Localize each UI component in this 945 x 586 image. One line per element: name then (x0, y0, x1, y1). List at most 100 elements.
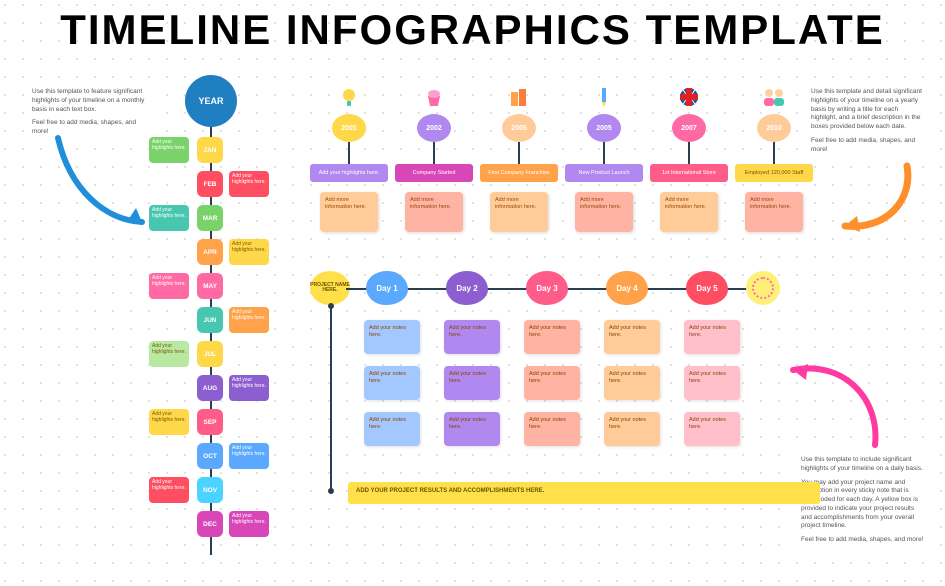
vtl-month-node[interactable]: MAR (197, 205, 223, 231)
htl-stick (603, 142, 605, 164)
vtl-month-note[interactable]: Add your highlights here. (229, 239, 269, 265)
project-daily-grid: PROJECT NAME HERE. Day 1 Day 2 Day 3 Day 4 D… (310, 268, 820, 508)
htl-sticky-note[interactable]: Add more information here. (745, 192, 803, 232)
pg-sticky-note[interactable]: Add your notes here. (524, 366, 580, 400)
lightbulb-icon (310, 82, 388, 108)
pg-sticky-note[interactable]: Add your notes here. (604, 412, 660, 446)
vertical-monthly-timeline: YEAR Add your highlights here.JANAdd you… (185, 75, 275, 555)
vtl-row: Add your highlights here.SEP (185, 409, 275, 435)
tip-line: Feel free to add media, shapes, and more… (811, 137, 925, 155)
pg-header: PROJECT NAME HERE. Day 1 Day 2 Day 3 Day 4 D… (310, 268, 820, 308)
people-icon (735, 82, 813, 108)
htl-highlight-bar[interactable]: First Company Franchise (480, 164, 558, 182)
htl-year-bubble[interactable]: 2007 (672, 114, 706, 142)
htl-column: 2005 First Company Franchise Add more info… (480, 82, 558, 232)
htl-column: 2002 Company Started Add more information … (395, 82, 473, 232)
htl-sticky-note[interactable]: Add more information here. (575, 192, 633, 232)
htl-year-bubble[interactable]: 2002 (417, 114, 451, 142)
pg-sticky-note[interactable]: Add your notes here. (524, 412, 580, 446)
tip-line: Feel free to add media, shapes, and more… (801, 536, 925, 545)
pg-project-name[interactable]: PROJECT NAME HERE. (310, 271, 350, 305)
pg-sticky-note[interactable]: Add your notes here. (444, 320, 500, 354)
tip-right-top: Use this template and detail significant… (803, 82, 933, 165)
vtl-month-node[interactable]: OCT (197, 443, 223, 469)
vtl-month-note[interactable]: Add your highlights here. (229, 171, 269, 197)
pg-sticky-note[interactable]: Add your notes here. (604, 320, 660, 354)
htl-sticky-note[interactable]: Add more information here. (660, 192, 718, 232)
htl-highlight-bar[interactable]: 1st International Store (650, 164, 728, 182)
htl-year-bubble[interactable]: 2001 (332, 114, 366, 142)
htl-highlight-bar[interactable]: New Product Launch (565, 164, 643, 182)
vtl-month-note[interactable]: Add your highlights here. (229, 307, 269, 333)
vtl-month-note[interactable]: Add your highlights here. (229, 375, 269, 401)
vtl-year-bubble[interactable]: YEAR (185, 75, 237, 127)
pg-sticky-note[interactable]: Add your notes here. (444, 412, 500, 446)
vtl-row: Add your highlights here.JAN (185, 137, 275, 163)
tip-line: Use this template and detail significant… (811, 88, 925, 132)
htl-stick (348, 142, 350, 164)
arrow-blue (50, 130, 160, 240)
globe-icon (650, 82, 728, 108)
vtl-month-note[interactable]: Add your highlights here. (229, 443, 269, 469)
pg-sticky-note[interactable]: Add your notes here. (364, 412, 420, 446)
vtl-month-note[interactable]: Add your highlights here. (229, 511, 269, 537)
pg-day-bubble[interactable]: Day 5 (686, 271, 728, 305)
pg-day-bubble[interactable]: Day 3 (526, 271, 568, 305)
pg-sticky-note[interactable]: Add your notes here. (364, 320, 420, 354)
vtl-month-node[interactable]: MAY (197, 273, 223, 299)
htl-highlight-bar[interactable]: Add your highlights here. (310, 164, 388, 182)
htl-sticky-note[interactable]: Add more information here. (490, 192, 548, 232)
vtl-month-node[interactable]: APR (197, 239, 223, 265)
pg-sticky-note[interactable]: Add your notes here. (604, 366, 660, 400)
htl-sticky-note[interactable]: Add more information here. (320, 192, 378, 232)
htl-year-bubble[interactable]: 2005 (587, 114, 621, 142)
pg-day-bubble[interactable]: Day 4 (606, 271, 648, 305)
vtl-month-note[interactable]: Add your highlights here. (149, 409, 189, 435)
htl-stick (773, 142, 775, 164)
pencil-icon (565, 82, 643, 108)
vtl-month-note[interactable]: Add your highlights here. (149, 477, 189, 503)
pg-sticky-note[interactable]: Add your notes here. (684, 412, 740, 446)
vtl-month-note[interactable]: Add your highlights here. (149, 341, 189, 367)
vtl-month-node[interactable]: FEB (197, 171, 223, 197)
vtl-month-note[interactable]: Add your highlights here. (149, 273, 189, 299)
vtl-month-note[interactable]: Add your highlights here. (149, 205, 189, 231)
vtl-row: Add your highlights here.FEB (185, 171, 275, 197)
htl-column: 2005 New Product Launch Add more informati… (565, 82, 643, 232)
vtl-month-node[interactable]: NOV (197, 477, 223, 503)
vtl-row: Add your highlights here.MAR (185, 205, 275, 231)
pg-sticky-note[interactable]: Add your notes here. (364, 366, 420, 400)
htl-highlight-bar[interactable]: Employed 120,000 Staff (735, 164, 813, 182)
pg-sticky-note[interactable]: Add your notes here. (684, 320, 740, 354)
horizontal-yearly-timeline: 2001 Add your highlights here. Add more in… (310, 82, 820, 242)
htl-sticky-note[interactable]: Add more information here. (405, 192, 463, 232)
building-icon (480, 82, 558, 108)
htl-column: 2007 1st International Store Add more info… (650, 82, 728, 232)
pg-sticky-note[interactable]: Add your notes here. (444, 366, 500, 400)
vtl-month-note[interactable]: Add your highlights here. (149, 137, 189, 163)
vtl-month-node[interactable]: JAN (197, 137, 223, 163)
pg-day-bubble[interactable]: Day 1 (366, 271, 408, 305)
pg-sticky-note[interactable]: Add your notes here. (524, 320, 580, 354)
vtl-row: Add your highlights here.NOV (185, 477, 275, 503)
htl-year-bubble[interactable]: 2010 (757, 114, 791, 142)
htl-stick (518, 142, 520, 164)
htl-stick (688, 142, 690, 164)
htl-highlight-bar[interactable]: Company Started (395, 164, 473, 182)
vtl-month-node[interactable]: SEP (197, 409, 223, 435)
htl-year-bubble[interactable]: 2005 (502, 114, 536, 142)
pg-sticky-note[interactable]: Add your notes here. (684, 366, 740, 400)
vtl-row: Add your highlights here.DEC (185, 511, 275, 537)
vtl-row: Add your highlights here.MAY (185, 273, 275, 299)
vtl-month-node[interactable]: JUL (197, 341, 223, 367)
pg-day-bubble[interactable]: Day 2 (446, 271, 488, 305)
vtl-month-node[interactable]: DEC (197, 511, 223, 537)
pg-results-bar[interactable]: ADD YOUR PROJECT RESULTS AND ACCOMPLISHM… (348, 482, 820, 504)
cupcake-icon (395, 82, 473, 108)
htl-stick (433, 142, 435, 164)
pg-end-bubble (746, 271, 780, 305)
vtl-row: Add your highlights here.OCT (185, 443, 275, 469)
vtl-month-node[interactable]: JUN (197, 307, 223, 333)
vtl-month-node[interactable]: AUG (197, 375, 223, 401)
pg-vline (330, 306, 332, 491)
